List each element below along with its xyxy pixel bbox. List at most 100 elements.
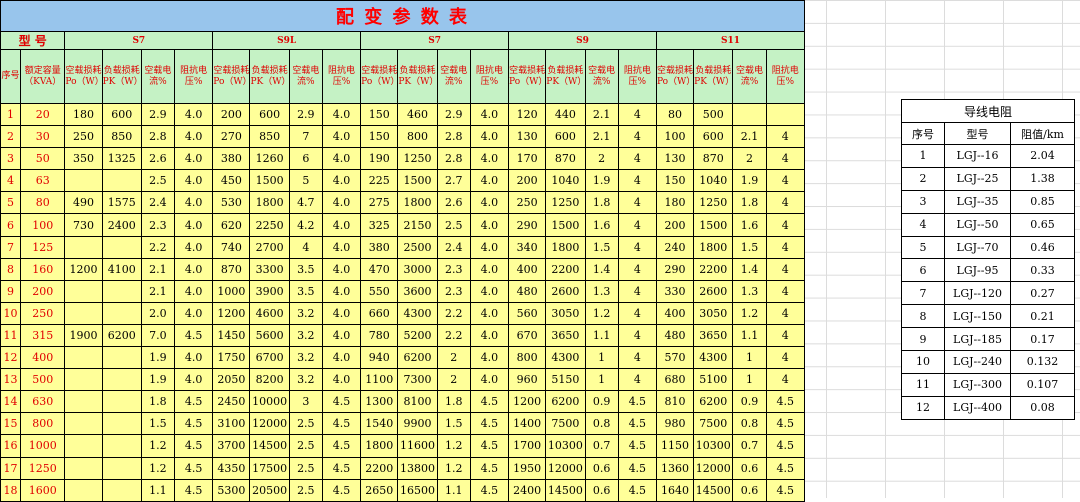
table-cell: 330 [655,279,695,303]
column-header: 负载损耗 PK（W） [397,49,438,104]
table-cell: 4.0 [321,147,362,171]
table-row: 11 315 1900 6200 7.0 4.5 1450 5600 3.2 4.0 780 5200… [0,323,806,348]
table-cell: 600 [249,102,290,127]
row-index: 16 [0,434,22,458]
row-index: 12 [0,346,22,370]
table-cell: 740 [212,235,251,259]
resistance-title: 导线电阻 [900,99,1076,123]
table-row: 15 800 1.5 4.5 3100 12000 2.5 4.5 1540 9900 1.5 4.5… [0,412,806,436]
table-cell: 4.5 [617,412,657,436]
row-index: 14 [0,390,22,414]
table-cell: 10000 [249,390,290,414]
row-capacity: 50 [20,147,66,171]
table-cell: 0.7 [584,434,619,458]
table-cell: 4.0 [174,102,214,127]
resistance-value: 0.85 [1009,189,1076,214]
table-cell: 1.8 [140,390,176,414]
row-index: 7 [0,235,22,259]
table-cell: 4 [765,368,806,392]
table-cell: 1325 [101,147,142,171]
table-cell: 2.8 [436,125,471,149]
column-header: 空载损耗 Po（W） [508,49,547,104]
resistance-index: 8 [901,304,945,329]
table-cell: 1750 [212,346,251,370]
table-cell: 1800 [545,235,586,259]
table-cell: 470 [360,257,399,281]
table-cell: 4 [765,323,806,348]
table-cell: 0.9 [732,390,767,414]
table-cell: 380 [360,235,399,259]
table-cell: 4.0 [469,257,510,281]
table-cell: 2.6 [436,191,471,215]
resistance-row: 2 LGJ--25 1.38 [901,166,1076,191]
resistance-model: LGJ--16 [944,144,1011,168]
row-index: 6 [0,213,22,237]
table-cell: 4100 [101,257,142,281]
table-cell [765,102,806,127]
resistance-row: 3 LGJ--35 0.85 [901,189,1076,214]
table-cell: 170 [508,147,547,171]
row-index: 10 [0,301,22,325]
resistance-index: 12 [901,395,945,420]
column-header: 空载电流% [140,49,176,104]
table-cell: 800 [508,346,547,370]
table-row: 6 100 730 2400 2.3 4.0 620 2250 4.2 4.0 325 2150 2.5… [0,213,806,237]
table-cell: 4.5 [765,412,806,436]
table-cell: 2200 [693,257,734,281]
resistance-row: 8 LGJ--150 0.21 [901,304,1076,329]
table-cell: 150 [360,125,399,149]
table-cell [64,346,103,370]
table-cell [64,235,103,259]
series-header: S7 [360,31,510,50]
table-cell: 4.0 [469,147,510,171]
table-cell: 4.5 [765,390,806,414]
table-cell: 11600 [397,434,438,458]
table-row: 2 30 250 850 2.8 4.0 270 850 7 4.0 150 800 2.8 4.0 130… [0,125,806,149]
row-capacity: 1000 [20,434,66,458]
table-cell: 4.5 [321,412,362,436]
table-cell: 7300 [397,368,438,392]
table-cell: 2.7 [436,169,471,193]
table-cell [101,169,142,193]
table-cell: 4.5 [174,434,214,458]
table-cell: 530 [212,191,251,215]
table-cell: 800 [397,125,438,149]
column-header: 阻抗电压% [765,49,806,104]
series-header: S11 [655,31,806,50]
table-cell: 1.9 [732,169,767,193]
table-cell [64,301,103,325]
table-cell: 6200 [397,346,438,370]
table-cell: 2.2 [140,235,176,259]
table-cell: 1500 [249,169,290,193]
resistance-index: 6 [901,258,945,283]
table-cell: 12000 [545,456,586,480]
table-cell: 4 [765,235,806,259]
table-cell: 4 [617,147,657,171]
table-cell: 1.3 [584,279,619,303]
series-header: S7 [64,31,214,50]
row-index: 8 [0,257,22,281]
column-header: 负载损耗 PK（W） [101,49,142,104]
resistance-index: 7 [901,281,945,306]
table-cell: 250 [64,125,103,149]
table-cell: 4.5 [469,412,510,436]
table-cell: 4.0 [321,323,362,348]
table-cell: 1300 [360,390,399,414]
row-index: 17 [0,456,22,480]
table-cell: 1.1 [584,323,619,348]
table-cell: 4 [617,235,657,259]
resistance-row: 9 LGJ--185 0.17 [901,327,1076,352]
row-index: 9 [0,279,22,303]
table-cell: 1 [584,368,619,392]
table-cell: 1800 [693,235,734,259]
resistance-row: 12 LGJ--400 0.08 [901,395,1076,420]
table-cell: 4 [617,125,657,149]
table-cell: 2 [436,368,471,392]
row-index: 13 [0,368,22,392]
table-cell: 14500 [249,434,290,458]
table-cell: 2.9 [140,102,176,127]
resistance-index: 2 [901,166,945,191]
table-cell: 730 [64,213,103,237]
table-cell: 980 [655,412,695,436]
table-cell: 3.2 [288,301,323,325]
